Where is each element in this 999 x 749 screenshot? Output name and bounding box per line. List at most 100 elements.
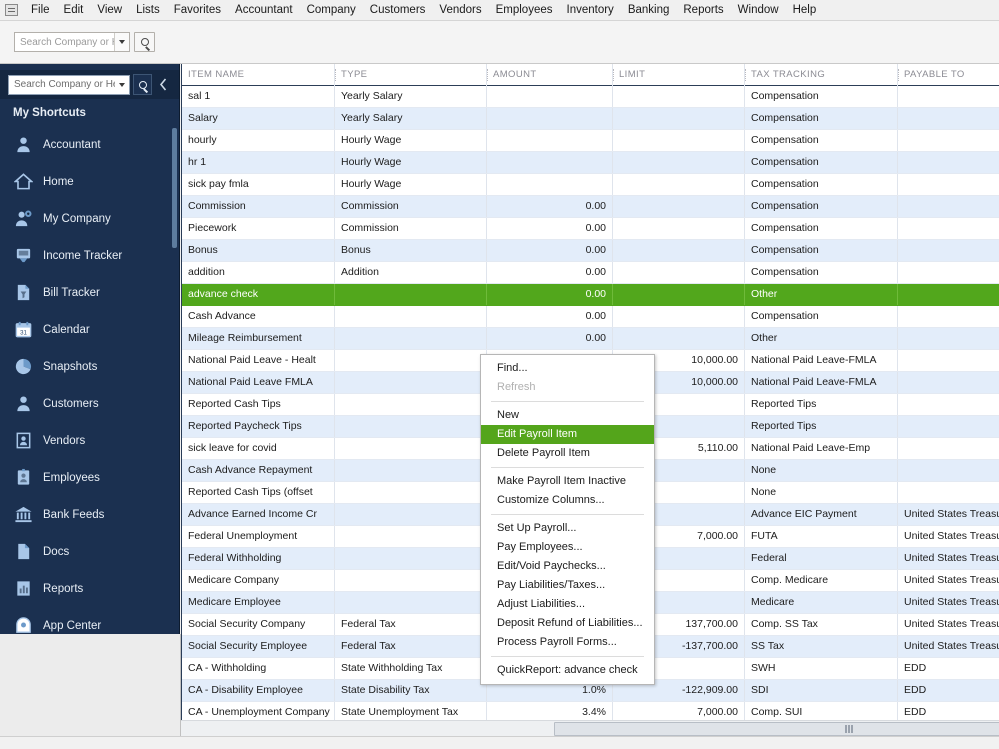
horizontal-scroll-thumb[interactable] xyxy=(554,722,999,736)
cell-tax: Compensation xyxy=(744,262,897,283)
table-row[interactable]: Cash Advance0.00Compensation xyxy=(182,306,999,328)
sidebar-item-bank-feeds[interactable]: Bank Feeds xyxy=(0,496,180,533)
sidebar-item-accountant[interactable]: Accountant xyxy=(0,126,180,163)
column-header-name[interactable]: ITEM NAME xyxy=(182,64,334,86)
column-header-pay[interactable]: PAYABLE TO xyxy=(897,64,999,86)
column-header-type[interactable]: TYPE xyxy=(334,64,486,86)
sidebar-item-calendar[interactable]: 31Calendar xyxy=(0,311,180,348)
table-row[interactable]: PieceworkCommission0.00Compensation xyxy=(182,218,999,240)
menu-file[interactable]: File xyxy=(24,1,57,19)
context-menu-item-make-payroll-item-inactive[interactable]: Make Payroll Item Inactive xyxy=(481,472,654,491)
context-menu-item-pay-employees[interactable]: Pay Employees... xyxy=(481,538,654,557)
menu-lists[interactable]: Lists xyxy=(129,1,167,19)
sidebar-item-vendors[interactable]: Vendors xyxy=(0,422,180,459)
sidebar-item-my-company[interactable]: My Company xyxy=(0,200,180,237)
sidebar-nav-list: AccountantHomeMy CompanyIncome Tracker Bi… xyxy=(0,126,180,634)
context-menu-item-customize-columns[interactable]: Customize Columns... xyxy=(481,491,654,510)
cell-pay: United States Treasury xyxy=(897,592,999,613)
sidebar-search-input[interactable]: Search Company or Help xyxy=(8,75,130,95)
sidebar-scroll-thumb[interactable] xyxy=(172,128,177,248)
cell-type: Federal Tax xyxy=(334,636,486,657)
sidebar-item-employees[interactable]: Employees xyxy=(0,459,180,496)
column-header-limit[interactable]: LIMIT xyxy=(612,64,744,86)
cell-type xyxy=(334,548,486,569)
context-menu-item-pay-liabilities-taxes[interactable]: Pay Liabilities/Taxes... xyxy=(481,576,654,595)
chevron-down-icon xyxy=(119,83,125,87)
table-row[interactable]: SalaryYearly SalaryCompensation xyxy=(182,108,999,130)
column-header-tax[interactable]: TAX TRACKING xyxy=(744,64,897,86)
column-header-amount[interactable]: AMOUNT xyxy=(486,64,612,86)
sidebar-item-reports[interactable]: Reports xyxy=(0,570,180,607)
table-row[interactable]: additionAddition0.00Compensation xyxy=(182,262,999,284)
cell-tax: SWH xyxy=(744,658,897,679)
table-row[interactable]: Mileage Reimbursement0.00Other xyxy=(182,328,999,350)
cell-name: CA - Unemployment Company xyxy=(182,702,334,720)
cell-type: Addition xyxy=(334,262,486,283)
menu-favorites[interactable]: Favorites xyxy=(167,1,228,19)
table-row[interactable]: sal 1Yearly SalaryCompensation xyxy=(182,86,999,108)
table-row[interactable]: advance check0.00Other xyxy=(182,284,999,306)
context-menu-item-delete-payroll-item[interactable]: Delete Payroll Item xyxy=(481,444,654,463)
cell-name: sick pay fmla xyxy=(182,174,334,195)
sidebar-search-button[interactable] xyxy=(133,74,152,95)
top-search-dropdown[interactable] xyxy=(114,33,129,51)
table-row[interactable]: hourlyHourly WageCompensation xyxy=(182,130,999,152)
cell-limit xyxy=(612,218,744,239)
search-icon xyxy=(139,81,147,89)
menu-help[interactable]: Help xyxy=(786,1,824,19)
menu-accountant[interactable]: Accountant xyxy=(228,1,300,19)
table-row[interactable]: CA - Unemployment CompanyState Unemploym… xyxy=(182,702,999,720)
cell-name: CA - Withholding xyxy=(182,658,334,679)
cell-name: Bonus xyxy=(182,240,334,261)
sidebar-item-home[interactable]: Home xyxy=(0,163,180,200)
cell-name: Federal Unemployment xyxy=(182,526,334,547)
table-row[interactable]: BonusBonus0.00Compensation xyxy=(182,240,999,262)
table-row[interactable]: sick pay fmlaHourly WageCompensation xyxy=(182,174,999,196)
context-menu-item-adjust-liabilities[interactable]: Adjust Liabilities... xyxy=(481,595,654,614)
menu-banking[interactable]: Banking xyxy=(621,1,677,19)
horizontal-scrollbar[interactable] xyxy=(181,720,999,736)
person-gear-icon xyxy=(13,209,33,229)
cell-pay xyxy=(897,108,999,129)
menu-customers[interactable]: Customers xyxy=(363,1,433,19)
sidebar-item-income-tracker[interactable]: Income Tracker xyxy=(0,237,180,274)
cell-limit xyxy=(612,328,744,349)
sidebar-item-bill-tracker[interactable]: Bill Tracker xyxy=(0,274,180,311)
context-menu-item-quickreport-advance-check[interactable]: QuickReport: advance check xyxy=(481,661,654,680)
cell-type xyxy=(334,394,486,415)
cell-pay: EDD xyxy=(897,658,999,679)
context-menu-item-new[interactable]: New xyxy=(481,406,654,425)
sidebar-item-docs[interactable]: Docs xyxy=(0,533,180,570)
context-menu-item-process-payroll-forms[interactable]: Process Payroll Forms... xyxy=(481,633,654,652)
sidebar-item-snapshots[interactable]: Snapshots xyxy=(0,348,180,385)
menu-employees[interactable]: Employees xyxy=(489,1,560,19)
cell-pay xyxy=(897,394,999,415)
context-menu-item-edit-void-paychecks[interactable]: Edit/Void Paychecks... xyxy=(481,557,654,576)
main-menu-bar: FileEditViewListsFavoritesAccountantComp… xyxy=(0,0,999,21)
sidebar-search-dropdown[interactable] xyxy=(115,83,129,87)
top-search-input[interactable]: Search Company or Help xyxy=(14,32,130,52)
cell-type xyxy=(334,306,486,327)
menu-company[interactable]: Company xyxy=(300,1,363,19)
cell-pay: United States Treasury xyxy=(897,548,999,569)
context-menu-item-edit-payroll-item[interactable]: Edit Payroll Item xyxy=(481,425,654,444)
cell-tax: Comp. Medicare xyxy=(744,570,897,591)
context-menu-item-deposit-refund-of-liabilities[interactable]: Deposit Refund of Liabilities... xyxy=(481,614,654,633)
menu-window[interactable]: Window xyxy=(731,1,786,19)
sidebar-item-label: Bill Tracker xyxy=(43,287,100,299)
menu-edit[interactable]: Edit xyxy=(57,1,91,19)
sidebar-item-app-center[interactable]: App Center xyxy=(0,607,180,634)
context-menu-item-set-up-payroll[interactable]: Set Up Payroll... xyxy=(481,519,654,538)
menu-vendors[interactable]: Vendors xyxy=(432,1,488,19)
table-row[interactable]: hr 1Hourly WageCompensation xyxy=(182,152,999,174)
sidebar-collapse-button[interactable] xyxy=(156,74,170,95)
cell-tax: None xyxy=(744,482,897,503)
sidebar-item-customers[interactable]: Customers xyxy=(0,385,180,422)
context-menu-item-find[interactable]: Find... xyxy=(481,359,654,378)
table-row[interactable]: CommissionCommission0.00Compensation xyxy=(182,196,999,218)
menu-view[interactable]: View xyxy=(90,1,129,19)
menu-reports[interactable]: Reports xyxy=(676,1,730,19)
window-menu-icon[interactable] xyxy=(5,4,18,16)
top-search-button[interactable] xyxy=(134,32,155,52)
menu-inventory[interactable]: Inventory xyxy=(560,1,621,19)
